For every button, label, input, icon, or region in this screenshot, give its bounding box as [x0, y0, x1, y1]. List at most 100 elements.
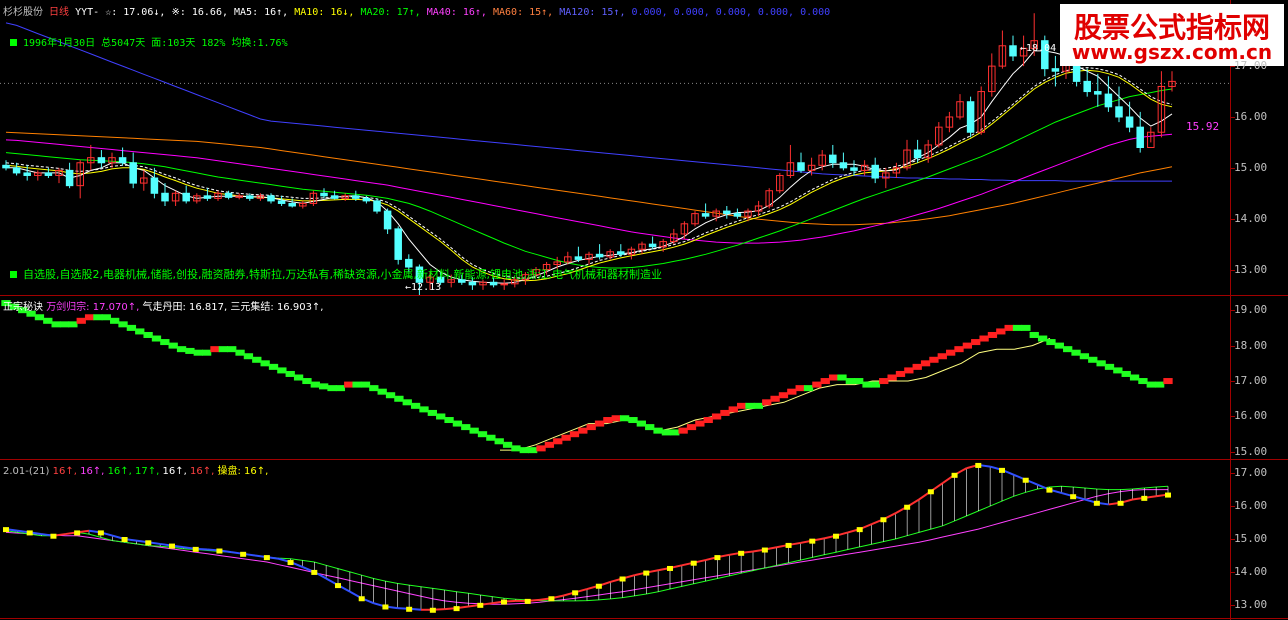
- candle-body: [1125, 116, 1134, 128]
- step-block: [753, 402, 764, 409]
- step-block: [151, 335, 162, 342]
- main-tick-label: 13.00: [1234, 262, 1268, 276]
- step-block: [51, 321, 61, 328]
- concepts-line: 自选股,自选股2,电器机械,储能,创投,融资融券,特斯拉,万达私有,稀缺资源,小…: [10, 266, 662, 282]
- pane2-series-b: 气走丹田: 16.817,: [142, 302, 228, 313]
- candle-body: [648, 243, 657, 248]
- ma40-value: MA40: 16↑,: [426, 7, 487, 18]
- indicator-pane-2[interactable]: [0, 460, 1230, 618]
- yellow-marker: [927, 489, 934, 495]
- step-block: [210, 346, 220, 353]
- step-block: [1129, 374, 1140, 381]
- candle-body: [1136, 126, 1144, 149]
- step-block: [862, 381, 872, 388]
- step-block: [101, 314, 111, 321]
- candle-body: [129, 162, 137, 184]
- yellow-marker: [335, 583, 341, 589]
- step-block: [160, 339, 170, 346]
- yellow-marker: [809, 538, 816, 544]
- step-block: [820, 378, 830, 385]
- step-block: [135, 328, 145, 335]
- candle-body: [97, 157, 106, 164]
- step-block: [1004, 324, 1014, 331]
- indicator2-chart-svg: [3, 462, 1171, 613]
- step-block: [168, 342, 178, 349]
- step-block: [686, 424, 697, 431]
- step-block: [34, 314, 45, 321]
- yellow-marker: [595, 583, 602, 589]
- main-tick-label: 16.00: [1234, 109, 1268, 123]
- candle-body: [871, 164, 879, 179]
- step-block: [762, 399, 772, 406]
- yellow-marker: [74, 530, 81, 536]
- yellow-marker: [999, 467, 1005, 473]
- step-block: [59, 321, 70, 328]
- step-block: [636, 420, 646, 427]
- yellow-marker: [311, 569, 318, 575]
- candle-body: [574, 256, 583, 260]
- yellow-marker: [714, 555, 721, 561]
- candle-body: [2, 164, 10, 169]
- watermark: 股票公式指标网 www.gszx.com.cn: [1060, 4, 1284, 66]
- step-block: [1079, 353, 1090, 360]
- candle-body: [277, 200, 286, 204]
- ma-dashed-line: [5, 67, 1173, 279]
- step-block: [544, 441, 555, 448]
- stock-name[interactable]: 杉杉股份: [3, 7, 43, 18]
- candle-body: [1104, 93, 1113, 108]
- step-block: [1104, 363, 1115, 370]
- yellow-marker: [97, 530, 104, 536]
- step-block: [243, 353, 254, 360]
- step-block: [43, 317, 53, 324]
- step-block: [511, 445, 521, 452]
- pane3-tick-label: 17.00: [1234, 466, 1268, 480]
- step-block: [327, 385, 337, 392]
- yellow-marker: [406, 606, 413, 612]
- yellow-marker: [738, 550, 745, 556]
- period-label[interactable]: 日线: [49, 7, 69, 18]
- step-block: [193, 349, 203, 356]
- candle-body: [595, 253, 604, 258]
- pane3-v2: 16↑,: [80, 466, 105, 477]
- yellow-marker: [169, 543, 175, 549]
- step-block: [536, 445, 546, 452]
- candle-body: [913, 149, 922, 159]
- candle-body: [320, 192, 328, 197]
- main-tick-mark: [1230, 167, 1235, 169]
- yellow-marker: [833, 533, 839, 539]
- step-block: [93, 314, 103, 321]
- pane3-tick-mark: [1230, 604, 1235, 606]
- pane2-tick-mark: [1230, 381, 1235, 383]
- step-block: [477, 431, 488, 438]
- step-block: [812, 381, 822, 388]
- pane3-v6: 16↑,: [190, 466, 215, 477]
- pane3-tick-label: 15.00: [1234, 532, 1268, 545]
- step-block: [695, 420, 705, 427]
- candle-body: [267, 195, 275, 202]
- ma5-line: [6, 50, 1173, 284]
- ma20-line: [5, 88, 1173, 269]
- candle-body: [850, 167, 858, 171]
- step-block: [528, 447, 538, 454]
- step-block: [996, 328, 1006, 335]
- ma10-value: MA10: 16↓,: [294, 7, 355, 18]
- step-block: [436, 413, 446, 420]
- candle-body: [723, 210, 731, 215]
- indicator1-chart-svg: [1, 300, 1173, 454]
- yellow-marker: [240, 551, 247, 557]
- step-block: [1029, 331, 1039, 338]
- pane3-v4: 17↑,: [135, 466, 160, 477]
- pane2-tick-label: 18.00: [1234, 338, 1268, 352]
- candle-body: [224, 192, 233, 198]
- yellow-marker: [785, 542, 792, 548]
- step-block: [569, 431, 580, 438]
- step-block: [954, 346, 964, 353]
- indicator-pane-1[interactable]: [0, 296, 1230, 459]
- pane2-tick-mark: [1230, 310, 1235, 312]
- pane3-title: 2.01-(21): [3, 466, 50, 477]
- main-tick-mark: [1230, 66, 1235, 68]
- info-square-icon: [10, 39, 17, 46]
- step-block: [879, 378, 889, 385]
- step-block: [837, 374, 847, 381]
- step-block: [770, 395, 780, 402]
